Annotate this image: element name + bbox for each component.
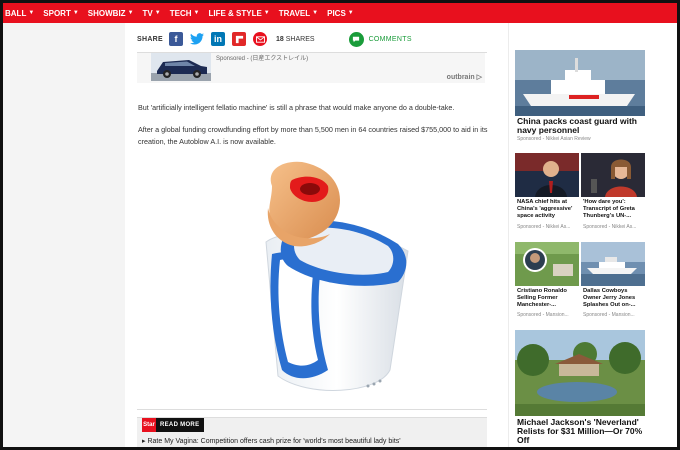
yacht-image[interactable] xyxy=(581,242,645,286)
greta-thunberg-image[interactable] xyxy=(581,153,645,197)
nav-label: TRAVEL xyxy=(278,8,311,18)
shares-number: 18 xyxy=(276,35,284,43)
caret-down-icon: ▼ xyxy=(263,10,270,16)
read-more-text: READ MORE xyxy=(160,422,200,428)
top-nav-bar: BALL ▼ SPORT ▼ SHOWBIZ ▼ TV ▼ TECH ▼ LIFE & S… xyxy=(3,3,677,23)
car-ad-image xyxy=(151,53,211,81)
sidebar-item-title[interactable]: Dallas Cowboys Owner Jerry Jones Splashe… xyxy=(583,288,647,309)
comments-label: COMMENTS xyxy=(368,35,412,43)
neverland-ranch-image[interactable] xyxy=(515,330,645,416)
read-more-link[interactable]: ▸ Rate My Vagina: Competition offers cas… xyxy=(142,437,401,445)
outbrain-ad[interactable]: Sponsored - (日産エクストレイル) outbrain ▷ xyxy=(137,53,485,83)
caret-down-icon: ▼ xyxy=(127,10,134,16)
facebook-icon[interactable]: f xyxy=(169,32,184,46)
article-paragraph: After a global funding crowdfunding effo… xyxy=(138,125,488,146)
caret-down-icon: ▼ xyxy=(154,10,161,16)
nasa-chief-image[interactable] xyxy=(515,153,579,197)
nav-label: LIFE & STYLE xyxy=(208,8,262,18)
product-image xyxy=(265,161,409,391)
comments-button[interactable]: COMMENTS xyxy=(348,31,412,47)
sponsor-label: Sponsored - Mansion... xyxy=(583,312,635,318)
shares-count: 18 SHARES xyxy=(276,36,315,43)
nav-label: BALL xyxy=(5,8,27,18)
flipboard-icon[interactable] xyxy=(232,32,247,46)
nav-label: TV xyxy=(142,8,153,18)
shares-label: SHARES xyxy=(285,35,315,43)
sidebar-bottom-title[interactable]: Michael Jackson's 'Neverland' Relists fo… xyxy=(517,418,647,445)
nav-label: PICS xyxy=(327,8,346,18)
caret-down-icon: ▼ xyxy=(312,10,319,16)
nav-item-tech[interactable]: TECH ▼ xyxy=(170,9,200,18)
read-more-label: Star READ MORE xyxy=(142,418,205,432)
linkedin-icon[interactable]: in xyxy=(211,32,226,46)
outbrain-logo[interactable]: outbrain ▷ xyxy=(447,73,482,81)
sidebar-item-title[interactable]: 'How dare you': Transcript of Greta Thun… xyxy=(583,199,647,220)
nav-item-ball[interactable]: BALL ▼ xyxy=(5,9,34,18)
caret-down-icon: ▼ xyxy=(193,10,200,16)
caret-down-icon: ▼ xyxy=(28,10,35,16)
twitter-icon[interactable] xyxy=(190,32,205,46)
left-gutter xyxy=(3,23,125,447)
sidebar-main-title[interactable]: China packs coast guard with navy person… xyxy=(517,117,647,135)
sponsor-label: Sponsored - Nikkei As... xyxy=(517,224,571,230)
caret-down-icon: ▼ xyxy=(347,10,354,16)
sponsor-label: Sponsored - Nikkei As... xyxy=(583,224,637,230)
email-icon[interactable] xyxy=(253,32,268,46)
sponsor-label: Sponsored - Mansion... xyxy=(517,312,569,318)
nav-item-sport[interactable]: SPORT ▼ xyxy=(43,9,79,18)
nav-label: TECH xyxy=(169,8,192,18)
nav-item-life-style[interactable]: LIFE & STYLE ▼ xyxy=(208,9,269,18)
coast-guard-ship-image[interactable] xyxy=(515,50,645,116)
read-more-box: Star READ MORE ▸ Rate My Vagina: Competi… xyxy=(137,417,487,450)
divider xyxy=(137,409,487,410)
share-label: SHARE xyxy=(137,35,164,43)
daily-star-logo-icon: Star xyxy=(142,418,156,432)
caret-down-icon: ▼ xyxy=(72,10,79,16)
article-paragraph: But 'artificially intelligent fellatio m… xyxy=(138,103,455,112)
share-bar: SHARE f in 18 SHARES COMMENTS xyxy=(137,27,497,51)
sponsor-label: Sponsored - Nikkei Asian Review xyxy=(517,136,591,142)
nav-item-pics[interactable]: PICS ▼ xyxy=(327,9,354,18)
read-more-link-text: Rate My Vagina: Competition offers cash … xyxy=(147,438,401,445)
sidebar-item-title[interactable]: NASA chief hits at China's 'aggressive' … xyxy=(517,199,581,220)
ad-sponsor-text: Sponsored - (日産エクストレイル) xyxy=(216,56,309,62)
nav-item-travel[interactable]: TRAVEL ▼ xyxy=(279,9,318,18)
ronaldo-mansion-image[interactable] xyxy=(515,242,579,286)
outbrain-label: outbrain xyxy=(446,74,475,81)
nav-item-showbiz[interactable]: SHOWBIZ ▼ xyxy=(88,9,134,18)
nav-item-tv[interactable]: TV ▼ xyxy=(143,9,161,18)
sidebar-item-title[interactable]: Cristiano Ronaldo Selling Former Manches… xyxy=(517,288,581,309)
nav-label: SHOWBIZ xyxy=(87,8,126,18)
comment-bubble-icon xyxy=(348,31,364,47)
nav-label: SPORT xyxy=(43,8,71,18)
